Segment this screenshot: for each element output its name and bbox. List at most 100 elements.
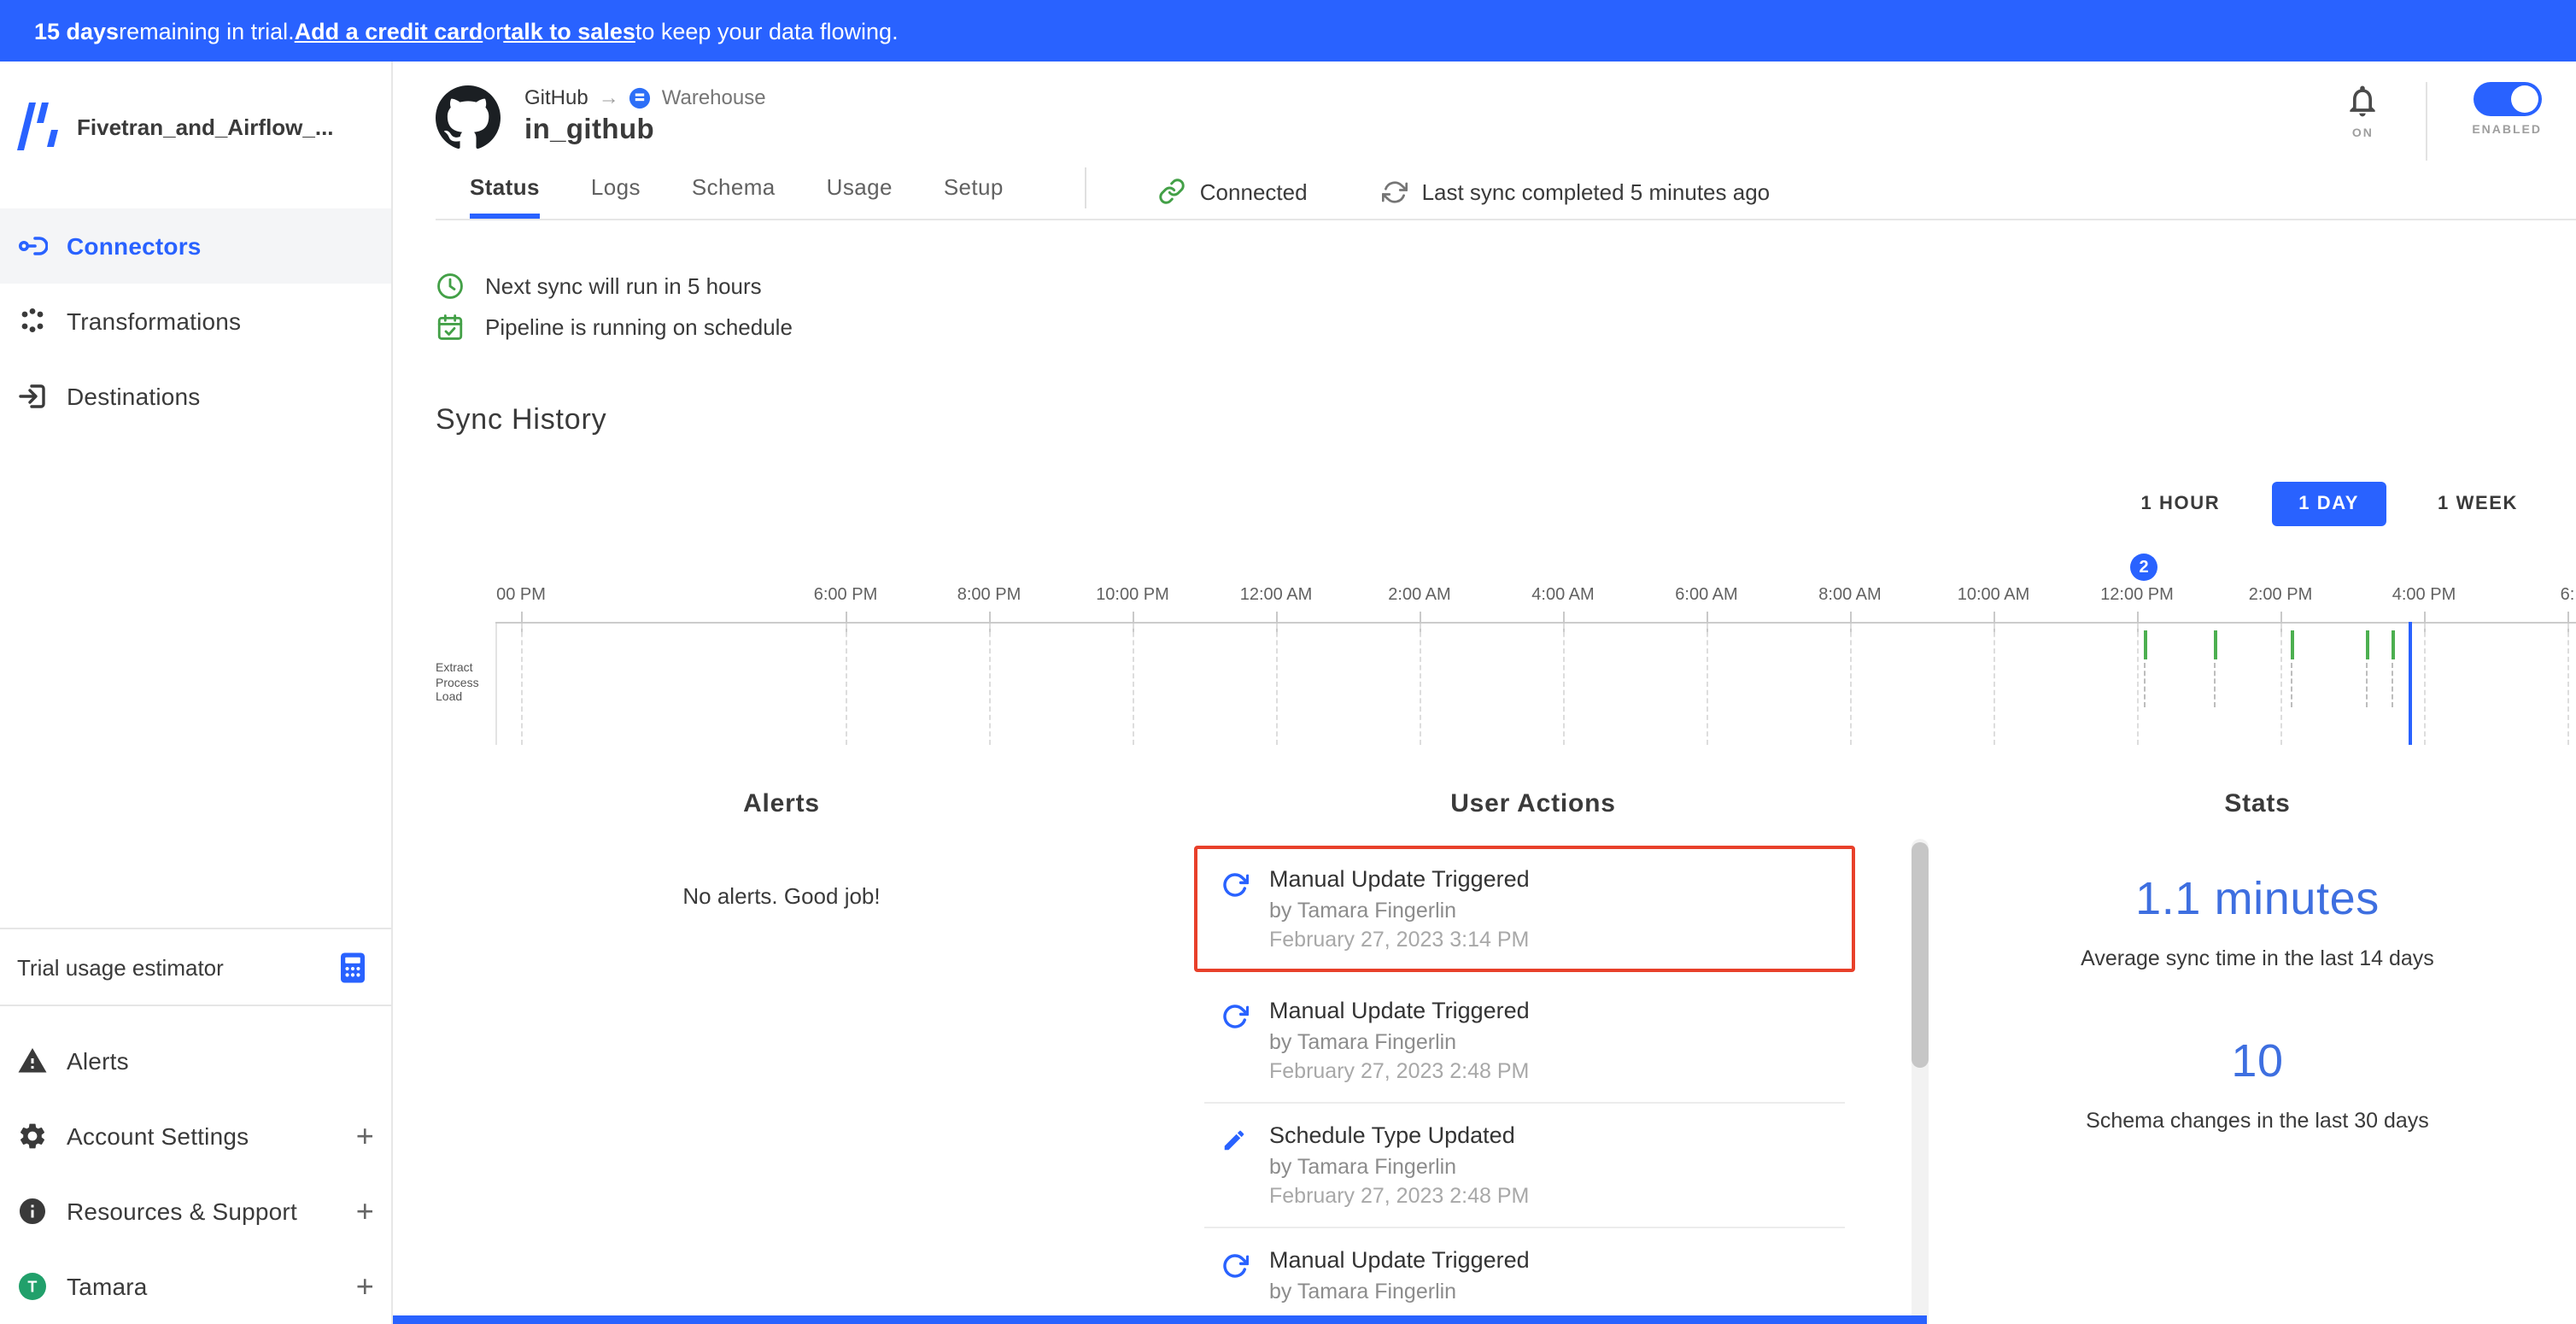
tab-setup[interactable]: Setup	[944, 174, 1004, 219]
range-1-hour-button[interactable]: 1 HOUR	[2121, 482, 2241, 526]
clock-icon	[436, 272, 465, 301]
alerts-empty-message: No alerts. Good job!	[436, 883, 1127, 909]
timeline-gridline	[1420, 624, 1421, 745]
user-actions-panel: User Actions Manual Update Triggered by …	[1127, 765, 1939, 1324]
user-action-item[interactable]: Manual Update Triggered by Tamara Finger…	[1204, 1228, 1845, 1324]
avg-sync-time-caption: Average sync time in the last 14 days	[1939, 946, 2576, 970]
trial-banner-text: or	[483, 18, 503, 44]
user-action-date: February 27, 2023 2:48 PM	[1269, 1059, 1530, 1083]
timeline-gridline	[2567, 624, 2569, 745]
user-actions-title: User Actions	[1127, 789, 1939, 818]
expand-plus-icon[interactable]: +	[356, 1268, 374, 1304]
sidebar-item-label: Account Settings	[67, 1122, 249, 1150]
timeline-left-edge	[495, 622, 497, 745]
toggle-knob	[2510, 85, 2538, 113]
stats-panel: Stats 1.1 minutes Average sync time in t…	[1939, 765, 2576, 1324]
connector-enabled-toggle[interactable]	[2473, 82, 2541, 116]
row-label-load: Load	[436, 692, 479, 706]
fivetran-app: 15 days remaining in trial. Add a credit…	[0, 0, 2576, 1324]
refresh-icon	[1221, 1247, 1269, 1309]
breadcrumb-source[interactable]: GitHub	[524, 85, 588, 109]
sidebar-item-transformations[interactable]: Transformations	[0, 284, 391, 359]
sync-event-marker[interactable]	[2144, 630, 2147, 659]
main-content: GitHub → Warehouse in_github ON	[393, 62, 2576, 1324]
timeline-tick-label: 6:	[2561, 586, 2575, 605]
row-label-process: Process	[436, 677, 479, 692]
last-sync-status: Last sync completed 5 minutes ago	[1383, 179, 1771, 219]
timeline-current-time-marker	[2409, 622, 2412, 745]
sync-event-marker[interactable]	[2366, 630, 2369, 659]
user-action-date: February 27, 2023 2:48 PM	[1269, 1184, 1529, 1208]
timeline-tick-label: 12:00 PM	[2100, 586, 2174, 605]
tab-usage[interactable]: Usage	[827, 174, 893, 219]
tabs-divider	[1086, 167, 1087, 208]
sync-event-marker[interactable]	[2291, 630, 2294, 659]
user-action-title: Manual Update Triggered	[1269, 866, 1530, 892]
timeline-tick-label: 12:00 AM	[1240, 586, 1313, 605]
talk-to-sales-link[interactable]: talk to sales	[503, 18, 635, 44]
trial-days-remaining: 15 days	[34, 18, 119, 44]
user-action-item[interactable]: Manual Update Triggered by Tamara Finger…	[1204, 979, 1845, 1104]
breadcrumb-destination[interactable]: Warehouse	[662, 85, 766, 109]
add-credit-card-link[interactable]: Add a credit card	[295, 18, 483, 44]
user-action-author: by Tamara Fingerlin	[1269, 1280, 1530, 1303]
sync-event-trail	[2144, 663, 2146, 707]
sidebar-item-alerts[interactable]: Alerts	[0, 1023, 391, 1098]
trial-banner: 15 days remaining in trial. Add a credit…	[0, 0, 2576, 62]
user-actions-scrollbar-thumb[interactable]	[1912, 842, 1929, 1068]
trial-banner-text: remaining in trial.	[119, 18, 295, 44]
tab-schema[interactable]: Schema	[692, 174, 776, 219]
link-icon	[1159, 178, 1186, 205]
tab-logs[interactable]: Logs	[591, 174, 641, 219]
sidebar-item-label: Destinations	[67, 383, 201, 410]
svg-text:T: T	[27, 1279, 37, 1296]
timeline-tick-label: 2:00 PM	[2249, 586, 2313, 605]
connector-header: GitHub → Warehouse in_github	[436, 85, 2576, 150]
alerts-panel: Alerts No alerts. Good job!	[436, 765, 1127, 1324]
trial-usage-label: Trial usage estimator	[17, 954, 224, 980]
bottom-accent-bar	[393, 1315, 1927, 1324]
refresh-icon	[1221, 866, 1269, 952]
sidebar-item-resources-support[interactable]: Resources & Support +	[0, 1174, 391, 1249]
account-switcher[interactable]: Fivetran_and_Airflow_...	[0, 62, 391, 185]
sidebar: Fivetran_and_Airflow_... Connectors	[0, 62, 393, 1324]
expand-plus-icon[interactable]: +	[356, 1118, 374, 1154]
range-1-day-button[interactable]: 1 DAY	[2271, 482, 2386, 526]
sidebar-item-destinations[interactable]: Destinations	[0, 359, 391, 434]
timeline-tick-label: 00 PM	[496, 586, 546, 605]
info-icon	[17, 1196, 48, 1227]
expand-plus-icon[interactable]: +	[356, 1193, 374, 1229]
connector-status-messages: Next sync will run in 5 hours Pipeline i…	[436, 272, 2576, 342]
sidebar-item-connectors[interactable]: Connectors	[0, 208, 391, 284]
user-action-item[interactable]: Schedule Type Updated by Tamara Fingerli…	[1204, 1104, 1845, 1228]
user-action-date: February 27, 2023 3:14 PM	[1269, 928, 1530, 952]
timeline-gridline	[1133, 624, 1134, 745]
sync-event-marker[interactable]	[2392, 630, 2395, 659]
sync-count-badge[interactable]: 2	[2130, 554, 2157, 581]
timeline-axis	[495, 622, 2576, 624]
user-actions-list: Manual Update Triggered by Tamara Finger…	[1204, 846, 1845, 1324]
timeline-row-labels: Extract Process Load	[436, 663, 479, 706]
timeline-tick-label: 4:00 AM	[1531, 586, 1594, 605]
tab-status[interactable]: Status	[470, 174, 540, 219]
trial-usage-estimator[interactable]: Trial usage estimator	[0, 928, 391, 1006]
sidebar-item-label: Transformations	[67, 308, 241, 335]
next-sync-message: Next sync will run in 5 hours	[485, 273, 762, 299]
sidebar-item-label: Connectors	[67, 232, 202, 260]
sidebar-item-account-settings[interactable]: Account Settings +	[0, 1098, 391, 1174]
sync-event-marker[interactable]	[2214, 630, 2217, 659]
range-1-week-button[interactable]: 1 WEEK	[2417, 482, 2538, 526]
user-action-author: by Tamara Fingerlin	[1269, 1155, 1529, 1179]
sidebar-item-label: Tamara	[67, 1273, 148, 1300]
trial-banner-text: to keep your data flowing.	[635, 18, 899, 44]
pipeline-message: Pipeline is running on schedule	[485, 314, 793, 340]
user-action-item[interactable]: Manual Update Triggered by Tamara Finger…	[1194, 846, 1855, 972]
bell-icon[interactable]	[2344, 82, 2381, 120]
summary-columns: Alerts No alerts. Good job! User Actions…	[436, 765, 2576, 1324]
sync-event-trail	[2214, 663, 2216, 707]
github-logo-icon	[436, 85, 501, 150]
sidebar-item-user-tamara[interactable]: T Tamara +	[0, 1249, 391, 1324]
timeline-gridline	[1993, 624, 1995, 745]
user-actions-scrollbar-track	[1912, 839, 1929, 1324]
user-action-title: Manual Update Triggered	[1269, 998, 1530, 1023]
